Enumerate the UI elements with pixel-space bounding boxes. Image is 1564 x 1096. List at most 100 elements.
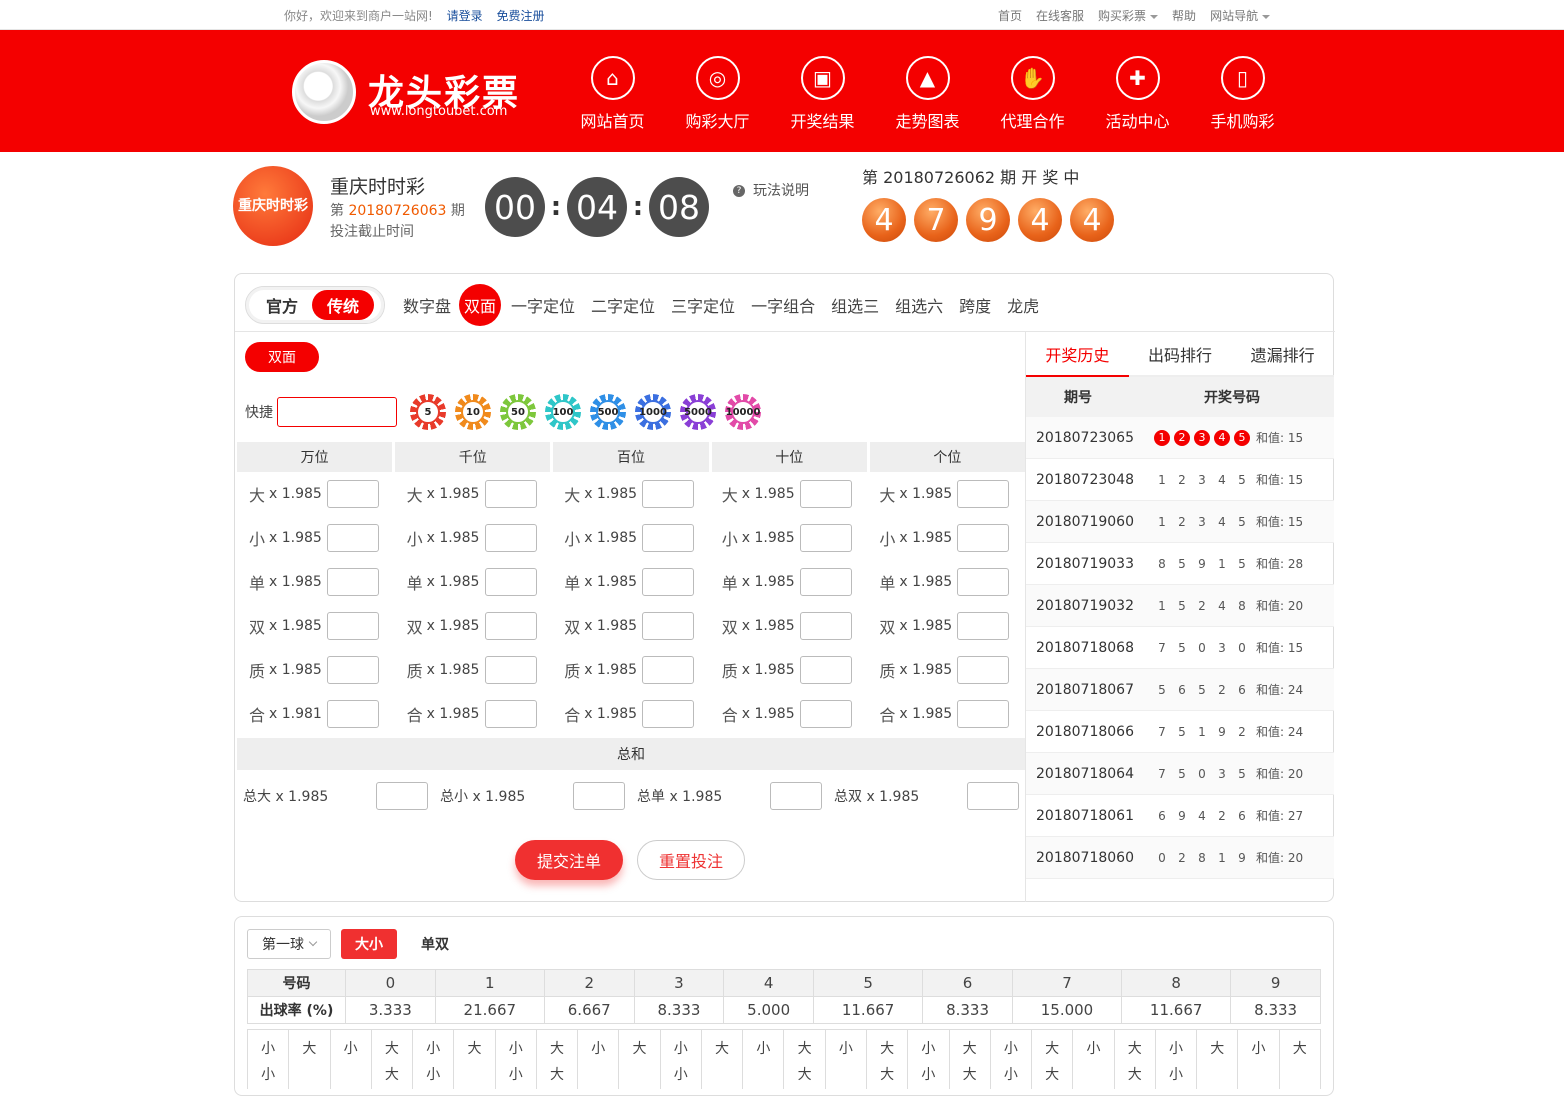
bet-amount-input[interactable] (642, 524, 695, 552)
bet-row: 质x 1.985 质 x 1.985 质 x 1.985 质 x 1.985 质 x 1.985 (237, 648, 1025, 692)
submit-button[interactable]: 提交注单 (515, 840, 623, 880)
sum-even-input[interactable] (967, 782, 1019, 810)
bet-amount-input[interactable] (642, 612, 695, 640)
rate-cell: 8.333 (633, 996, 725, 1024)
sum-odd-input[interactable] (770, 782, 822, 810)
nav-agent[interactable]: ✋ 代理合作 (980, 56, 1085, 132)
tab-double-side[interactable]: 双面 (459, 284, 502, 326)
subtype-double-side-button[interactable]: 双面 (245, 342, 319, 372)
toggle-odd-even[interactable]: 单双 (407, 929, 463, 959)
bet-amount-input[interactable] (799, 524, 852, 552)
bet-amount-input[interactable] (484, 656, 537, 684)
sum-small-input[interactable] (573, 782, 625, 810)
sum-big-input[interactable] (376, 782, 428, 810)
bet-amount-input[interactable] (484, 480, 537, 508)
nav-mobile[interactable]: ▯ 手机购彩 (1190, 56, 1295, 132)
bet-amount-input[interactable] (327, 612, 379, 640)
bet-amount-input[interactable] (642, 568, 695, 596)
nav-home[interactable]: ⌂ 网站首页 (560, 56, 665, 132)
rate-cell: 6.667 (543, 996, 635, 1024)
chip-50[interactable]: 50 (500, 394, 536, 430)
tab-draw-history[interactable]: 开奖历史 (1026, 332, 1129, 377)
mode-traditional[interactable]: 传统 (312, 290, 374, 320)
bet-amount-input[interactable] (642, 480, 695, 508)
rules-link[interactable]: ? 玩法说明 (733, 180, 809, 200)
nav-charts[interactable]: ▲ 走势图表 (875, 56, 980, 132)
bet-amount-input[interactable] (327, 524, 379, 552)
bet-amount-input[interactable] (327, 568, 379, 596)
bet-amount-input[interactable] (484, 612, 537, 640)
nav-lobby[interactable]: ◎ 购彩大厅 (665, 56, 770, 132)
bet-amount-input[interactable] (642, 656, 695, 684)
ball-select[interactable]: 第一球 (247, 929, 331, 959)
tab-three-digit[interactable]: 三字定位 (671, 293, 735, 317)
bet-amount-input[interactable] (484, 700, 537, 728)
chip-10[interactable]: 10 (455, 394, 491, 430)
tab-group-six[interactable]: 组选六 (895, 293, 943, 317)
top-link-sitenav[interactable]: 网站导航 (1210, 7, 1271, 24)
tab-code-ranking[interactable]: 出码排行 (1129, 332, 1232, 375)
bet-amount-input[interactable] (484, 568, 537, 596)
tab-two-digit[interactable]: 二字定位 (591, 293, 655, 317)
chip-5000[interactable]: 5000 (680, 394, 716, 430)
reset-button[interactable]: 重置投注 (637, 840, 745, 880)
top-link-home[interactable]: 首页 (998, 7, 1022, 24)
chart-icon: ▲ (905, 56, 950, 100)
chip-1000[interactable]: 1000 (635, 394, 671, 430)
bet-amount-input[interactable] (484, 524, 537, 552)
bet-grid: 万位 千位 百位 十位 个位 大x 1.985 大 x 1.985 大 x 1.985 大… (237, 442, 1026, 822)
top-link-buy[interactable]: 购买彩票 (1098, 7, 1159, 24)
login-link[interactable]: 请登录 (447, 9, 483, 23)
bet-amount-input[interactable] (957, 612, 1010, 640)
bet-amount-input[interactable] (799, 568, 852, 596)
bet-cell: 质x 1.985 (237, 656, 395, 684)
site-logo[interactable]: 龙头彩票 www.longtoubet.com (292, 60, 522, 130)
tab-missing-ranking[interactable]: 遗漏排行 (1231, 332, 1334, 375)
bet-amount-input[interactable] (799, 700, 852, 728)
bet-amount-input[interactable] (957, 568, 1010, 596)
nav-events[interactable]: ✚ 活动中心 (1085, 56, 1190, 132)
quick-amount-input[interactable] (277, 397, 397, 427)
sum-value: 20 (1287, 851, 1304, 865)
top-link-service[interactable]: 在线客服 (1036, 7, 1084, 24)
chip-5[interactable]: 5 (410, 394, 446, 430)
sum-label: 和值: (1256, 809, 1285, 823)
bet-amount-input[interactable] (799, 480, 852, 508)
bet-amount-input[interactable] (957, 656, 1010, 684)
chip-500[interactable]: 500 (590, 394, 626, 430)
bet-amount-input[interactable] (957, 700, 1010, 728)
top-link-help[interactable]: 帮助 (1172, 7, 1196, 24)
chip-100[interactable]: 100 (545, 394, 581, 430)
toggle-big-small[interactable]: 大小 (341, 929, 397, 959)
label-number: 号码 (247, 969, 346, 997)
bet-amount-input[interactable] (799, 612, 852, 640)
chip-10000[interactable]: 10000 (725, 394, 761, 430)
tab-one-digit[interactable]: 一字定位 (511, 293, 575, 317)
bet-amount-input[interactable] (799, 656, 852, 684)
trend-column: 大大 (1115, 1030, 1156, 1089)
bet-amount-input[interactable] (327, 656, 379, 684)
draw-ball: 9 (966, 198, 1010, 242)
chip-value: 50 (506, 400, 530, 424)
bet-amount-input[interactable] (642, 700, 695, 728)
tab-one-combo[interactable]: 一字组合 (751, 293, 815, 317)
bet-option-name: 单 (564, 574, 581, 593)
sum-label: 和值: (1256, 725, 1285, 739)
tab-group-three[interactable]: 组选三 (831, 293, 879, 317)
bet-amount-input[interactable] (957, 524, 1010, 552)
mode-official[interactable]: 官方 (252, 293, 312, 317)
tab-digit-board[interactable]: 数字盘 (403, 293, 451, 317)
bet-area: 双面 快捷 5 10 50 100 500 1000 5000 10000 万位 千位 百位 … (235, 332, 1026, 902)
bet-amount-input[interactable] (327, 700, 379, 728)
tab-span[interactable]: 跨度 (959, 293, 991, 317)
trend-mark: 大 (797, 1041, 812, 1057)
bet-amount-input[interactable] (957, 480, 1010, 508)
tab-dragon-tiger[interactable]: 龙虎 (1007, 293, 1039, 317)
nav-results[interactable]: ▣ 开奖结果 (770, 56, 875, 132)
history-number: 2 (1238, 724, 1246, 739)
stats-panel: 第一球 大小 单双 号码 0 1 2 3 4 5 6 7 8 9 出球率 (%) 3.333 21.66… (234, 916, 1334, 1096)
trend-mark: 小 (921, 1041, 936, 1057)
issue-prefix: 第 (330, 203, 344, 219)
bet-amount-input[interactable] (327, 480, 379, 508)
register-link[interactable]: 免费注册 (496, 9, 544, 23)
